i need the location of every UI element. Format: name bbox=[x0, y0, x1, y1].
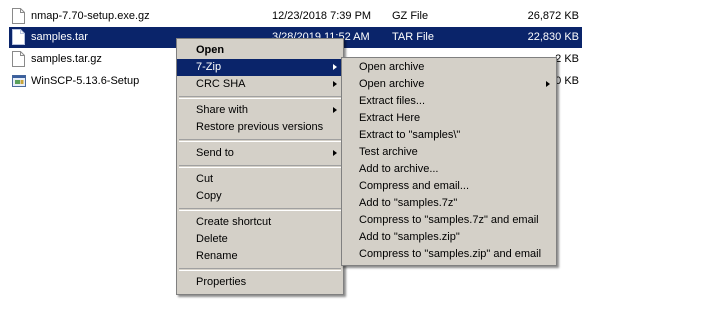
file-name: samples.tar bbox=[31, 31, 88, 43]
menu-item-cut[interactable]: Cut bbox=[177, 171, 343, 188]
submenu-item-add-to-7z[interactable]: Add to "samples.7z" bbox=[342, 195, 556, 212]
menu-item-label: CRC SHA bbox=[196, 78, 246, 90]
submenu-item-open-archive[interactable]: Open archive bbox=[342, 59, 556, 76]
file-size: 2 KB bbox=[555, 53, 579, 65]
menu-item-share-with[interactable]: Share with bbox=[177, 102, 343, 119]
submenu-arrow-icon bbox=[333, 64, 337, 70]
menu-separator bbox=[179, 165, 341, 168]
menu-item-label: Send to bbox=[196, 147, 234, 159]
file-size: 26,872 KB bbox=[527, 10, 579, 22]
file-name: WinSCP-5.13.6-Setup bbox=[31, 75, 140, 87]
submenu-item-extract-to-folder[interactable]: Extract to "samples\" bbox=[342, 127, 556, 144]
document-icon bbox=[12, 51, 25, 67]
context-menu: Open 7-Zip CRC SHA Share with Restore pr… bbox=[176, 38, 344, 295]
menu-item-restore-previous-versions[interactable]: Restore previous versions bbox=[177, 119, 343, 136]
menu-item-label: Copy bbox=[196, 190, 222, 202]
menu-separator bbox=[179, 268, 341, 271]
installer-icon bbox=[12, 75, 26, 87]
menu-item-label: Extract Here bbox=[359, 112, 421, 124]
menu-item-7zip[interactable]: 7-Zip bbox=[177, 59, 343, 76]
menu-item-send-to[interactable]: Send to bbox=[177, 145, 343, 162]
file-type: GZ File bbox=[392, 10, 429, 22]
menu-item-label: Compress to "samples.zip" and email bbox=[359, 248, 542, 260]
file-size: 22,830 KB bbox=[527, 31, 579, 43]
menu-item-label: Restore previous versions bbox=[196, 121, 324, 133]
submenu-item-compress-zip-email[interactable]: Compress to "samples.zip" and email bbox=[342, 246, 556, 263]
menu-item-label: Properties bbox=[196, 276, 247, 288]
menu-item-create-shortcut[interactable]: Create shortcut bbox=[177, 214, 343, 231]
menu-item-label: Cut bbox=[196, 173, 214, 185]
menu-separator bbox=[179, 96, 341, 99]
file-size: 0 KB bbox=[555, 75, 579, 87]
menu-item-label: Delete bbox=[196, 233, 228, 245]
menu-item-open[interactable]: Open bbox=[177, 42, 343, 59]
menu-separator bbox=[179, 208, 341, 211]
menu-item-label: Extract files... bbox=[359, 95, 426, 107]
submenu-item-test-archive[interactable]: Test archive bbox=[342, 144, 556, 161]
menu-item-copy[interactable]: Copy bbox=[177, 188, 343, 205]
menu-item-label: Create shortcut bbox=[196, 216, 272, 228]
file-type: TAR File bbox=[392, 31, 434, 43]
menu-item-label: Compress to "samples.7z" and email bbox=[359, 214, 539, 226]
submenu-arrow-icon bbox=[546, 81, 550, 87]
document-icon bbox=[12, 8, 25, 24]
menu-item-label: Add to archive... bbox=[359, 163, 439, 175]
menu-item-label: Rename bbox=[196, 250, 238, 262]
file-name: samples.tar.gz bbox=[31, 53, 102, 65]
submenu-arrow-icon bbox=[333, 150, 337, 156]
submenu-item-extract-here[interactable]: Extract Here bbox=[342, 110, 556, 127]
menu-item-delete[interactable]: Delete bbox=[177, 231, 343, 248]
menu-item-label: Open archive bbox=[359, 78, 425, 90]
submenu-item-compress-7z-email[interactable]: Compress to "samples.7z" and email bbox=[342, 212, 556, 229]
menu-item-label: Test archive bbox=[359, 146, 418, 158]
7zip-submenu: Open archive Open archive Extract files.… bbox=[341, 57, 557, 266]
menu-item-label: Extract to "samples\" bbox=[359, 129, 461, 141]
submenu-item-add-to-zip[interactable]: Add to "samples.zip" bbox=[342, 229, 556, 246]
document-icon bbox=[12, 29, 25, 45]
menu-item-label: 7-Zip bbox=[196, 61, 222, 73]
submenu-item-open-archive-more[interactable]: Open archive bbox=[342, 76, 556, 93]
menu-item-label: Compress and email... bbox=[359, 180, 470, 192]
submenu-item-extract-files[interactable]: Extract files... bbox=[342, 93, 556, 110]
submenu-arrow-icon bbox=[333, 107, 337, 113]
file-name: nmap-7.70-setup.exe.gz bbox=[31, 10, 150, 22]
menu-item-label: Add to "samples.zip" bbox=[359, 231, 460, 243]
menu-separator bbox=[179, 139, 341, 142]
menu-item-rename[interactable]: Rename bbox=[177, 248, 343, 265]
submenu-item-add-to-archive[interactable]: Add to archive... bbox=[342, 161, 556, 178]
menu-item-label: Share with bbox=[196, 104, 248, 116]
submenu-item-compress-and-email[interactable]: Compress and email... bbox=[342, 178, 556, 195]
file-row-nmap[interactable]: nmap-7.70-setup.exe.gz 12/23/2018 7:39 P… bbox=[9, 6, 582, 27]
menu-item-label: Open archive bbox=[359, 61, 425, 73]
file-date: 12/23/2018 7:39 PM bbox=[272, 10, 372, 22]
menu-item-crc-sha[interactable]: CRC SHA bbox=[177, 76, 343, 93]
submenu-arrow-icon bbox=[333, 81, 337, 87]
menu-item-label: Open bbox=[196, 44, 225, 56]
menu-item-properties[interactable]: Properties bbox=[177, 274, 343, 291]
menu-item-label: Add to "samples.7z" bbox=[359, 197, 458, 209]
